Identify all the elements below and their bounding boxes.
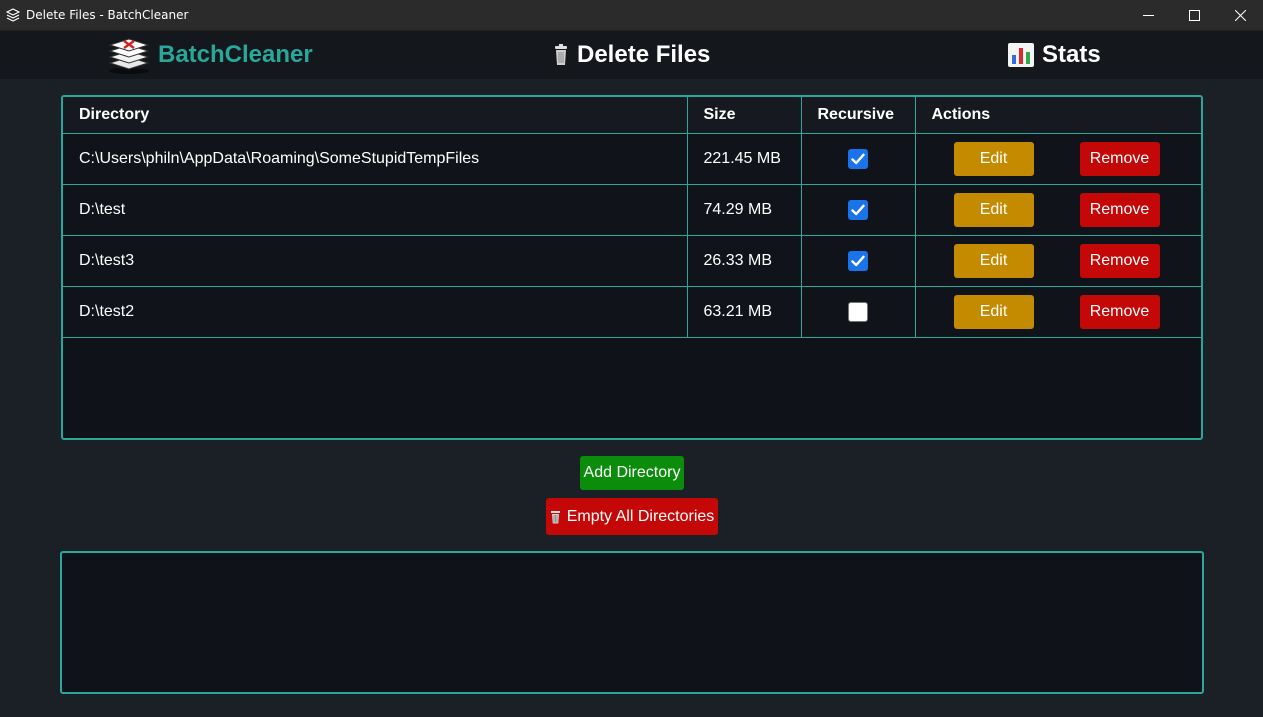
directory-size: 63.21 MB (686, 285, 802, 338)
bar-chart-icon (1008, 43, 1034, 67)
directory-path: D:\test3 (63, 234, 688, 287)
edit-button[interactable]: Edit (953, 141, 1034, 176)
remove-button[interactable]: Remove (1079, 192, 1160, 227)
header-size: Size (686, 97, 802, 134)
empty-all-directories-button[interactable]: Empty All Directories (546, 498, 718, 535)
actions-cell: Edit Remove (914, 183, 1201, 236)
table-row: C:\Users\philn\AppData\Roaming\SomeStupi… (63, 132, 1201, 185)
actions-cell: Edit Remove (914, 234, 1201, 287)
table-row: D:\test3 26.33 MB Edit Remove (63, 234, 1201, 287)
window-title: Delete Files - BatchCleaner (26, 8, 189, 22)
directory-path: D:\test2 (63, 285, 688, 338)
minimize-icon (1142, 15, 1154, 16)
recursive-cell (800, 132, 916, 185)
remove-button[interactable]: Remove (1079, 294, 1160, 329)
nav-delete-files-label: Delete Files (577, 41, 711, 68)
remove-button[interactable]: Remove (1079, 243, 1160, 278)
batchcleaner-logo-icon (108, 38, 150, 74)
recursive-checkbox[interactable] (848, 301, 868, 322)
recursive-checkbox[interactable] (848, 148, 868, 169)
recursive-cell (800, 183, 916, 236)
window-controls (1125, 0, 1263, 31)
directory-path: C:\Users\philn\AppData\Roaming\SomeStupi… (63, 132, 688, 185)
directory-path: D:\test (63, 183, 688, 236)
table-row: D:\test 74.29 MB Edit Remove (63, 183, 1201, 236)
close-button[interactable] (1217, 0, 1263, 31)
edit-button[interactable]: Edit (953, 294, 1034, 329)
header-directory: Directory (63, 97, 688, 134)
directory-size: 26.33 MB (686, 234, 802, 287)
table-row: D:\test2 63.21 MB Edit Remove (63, 285, 1201, 338)
maximize-icon (1188, 10, 1200, 21)
directory-size: 74.29 MB (686, 183, 802, 236)
actions-cell: Edit Remove (914, 132, 1201, 185)
trash-icon (550, 510, 561, 524)
add-directory-button[interactable]: Add Directory (580, 456, 684, 490)
edit-button[interactable]: Edit (953, 192, 1034, 227)
empty-all-directories-label: Empty All Directories (566, 507, 715, 525)
edit-button[interactable]: Edit (953, 243, 1034, 278)
trash-icon (553, 44, 569, 66)
brand-link[interactable]: BatchCleaner (106, 35, 313, 75)
directory-table: Directory Size Recursive Actions C:\User… (63, 97, 1201, 338)
recursive-cell (800, 285, 916, 338)
header-actions: Actions (914, 97, 1201, 134)
recursive-cell (800, 234, 916, 287)
close-icon (1234, 10, 1246, 21)
output-log-panel (60, 551, 1204, 694)
recursive-checkbox[interactable] (848, 199, 868, 220)
actions-cell: Edit Remove (914, 285, 1201, 338)
table-header-row: Directory Size Recursive Actions (63, 97, 1201, 134)
directory-size: 221.45 MB (686, 132, 802, 185)
header-recursive: Recursive (800, 97, 916, 134)
maximize-button[interactable] (1171, 0, 1217, 31)
recursive-checkbox[interactable] (848, 250, 868, 271)
window-title-bar[interactable]: Delete Files - BatchCleaner (0, 0, 1263, 31)
nav-stats-label: Stats (1042, 41, 1101, 68)
minimize-button[interactable] (1125, 0, 1171, 31)
directory-table-panel: Directory Size Recursive Actions C:\User… (61, 95, 1203, 440)
stack-icon (6, 8, 20, 22)
app-navbar: BatchCleaner Delete Files Stats (0, 31, 1263, 79)
nav-stats[interactable]: Stats (1008, 39, 1101, 71)
brand-name: BatchCleaner (158, 41, 313, 68)
nav-delete-files[interactable]: Delete Files (553, 39, 710, 71)
remove-button[interactable]: Remove (1079, 141, 1160, 176)
